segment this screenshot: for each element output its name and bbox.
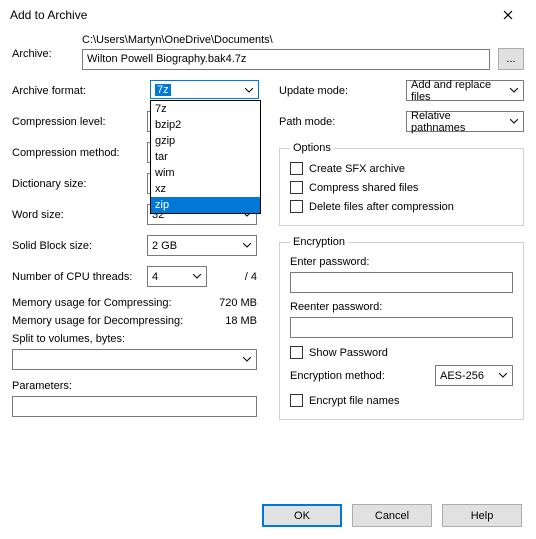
sfx-checkbox[interactable]: Create SFX archive [290,162,513,175]
options-legend: Options [290,142,334,154]
archive-label: Archive: [12,34,82,60]
window-title: Add to Archive [10,8,87,22]
format-option-xz[interactable]: xz [151,181,260,197]
enter-password-input[interactable] [290,272,513,293]
update-mode-select[interactable]: Add and replace files [406,80,524,101]
format-option-zip[interactable]: zip [151,197,260,213]
browse-button[interactable]: ... [498,48,524,70]
encryption-method-select[interactable]: AES-256 [435,365,513,386]
compression-method-label: Compression method: [12,147,147,159]
encryption-group: Encryption Enter password: Reenter passw… [279,236,524,420]
cpu-threads-label: Number of CPU threads: [12,271,147,283]
format-option-wim[interactable]: wim [151,165,260,181]
checkbox-icon [290,162,303,175]
split-volumes-select[interactable] [12,349,257,370]
chevron-down-icon [239,352,254,367]
checkbox-icon [290,181,303,194]
format-option-bzip2[interactable]: bzip2 [151,117,260,133]
encryption-legend: Encryption [290,236,348,248]
delete-after-checkbox[interactable]: Delete files after compression [290,200,513,213]
archive-filename-input[interactable] [82,49,490,70]
options-group: Options Create SFX archive Compress shar… [279,142,524,226]
archive-path: C:\Users\Martyn\OneDrive\Documents\ [82,34,524,46]
format-label: Archive format: [12,85,147,97]
chevron-down-icon [189,269,204,284]
chevron-down-icon [495,368,510,383]
reenter-password-label: Reenter password: [290,301,513,313]
solid-block-size-label: Solid Block size: [12,240,147,252]
parameters-label: Parameters: [12,380,257,392]
chevron-down-icon [241,83,256,98]
enter-password-label: Enter password: [290,256,513,268]
parameters-input[interactable] [12,396,257,417]
close-button[interactable] [488,1,528,29]
chevron-down-icon [239,238,254,253]
format-option-gzip[interactable]: gzip [151,133,260,149]
show-password-checkbox[interactable]: Show Password [290,346,513,359]
encrypt-filenames-checkbox[interactable]: Encrypt file names [290,394,513,407]
help-button[interactable]: Help [442,504,522,527]
checkbox-icon [290,346,303,359]
chevron-down-icon [506,83,521,98]
path-mode-label: Path mode: [279,116,406,128]
archive-format-select[interactable]: 7z [150,80,259,99]
split-volumes-label: Split to volumes, bytes: [12,333,257,345]
mem-decompress-label: Memory usage for Decompressing: [12,315,197,327]
cpu-threads-select[interactable]: 4 [147,266,207,287]
cancel-button[interactable]: Cancel [352,504,432,527]
mem-compress-value: 720 MB [197,297,257,309]
encryption-method-label: Encryption method: [290,370,435,382]
compression-level-label: Compression level: [12,116,147,128]
solid-block-size-select[interactable]: 2 GB [147,235,257,256]
close-icon [503,10,513,20]
word-size-label: Word size: [12,209,147,221]
titlebar: Add to Archive [0,0,536,30]
mem-compress-label: Memory usage for Compressing: [12,297,197,309]
update-mode-label: Update mode: [279,85,406,97]
mem-decompress-value: 18 MB [197,315,257,327]
format-option-tar[interactable]: tar [151,149,260,165]
checkbox-icon [290,200,303,213]
cpu-threads-total: / 4 [215,271,257,283]
compress-shared-checkbox[interactable]: Compress shared files [290,181,513,194]
archive-format-dropdown[interactable]: 7zbzip2gziptarwimxzzip [150,100,261,214]
reenter-password-input[interactable] [290,317,513,338]
button-bar: OK Cancel Help [262,504,522,527]
path-mode-select[interactable]: Relative pathnames [406,111,524,132]
format-option-7z[interactable]: 7z [151,101,260,117]
chevron-down-icon [506,114,521,129]
ok-button[interactable]: OK [262,504,342,527]
checkbox-icon [290,394,303,407]
dictionary-size-label: Dictionary size: [12,178,147,190]
